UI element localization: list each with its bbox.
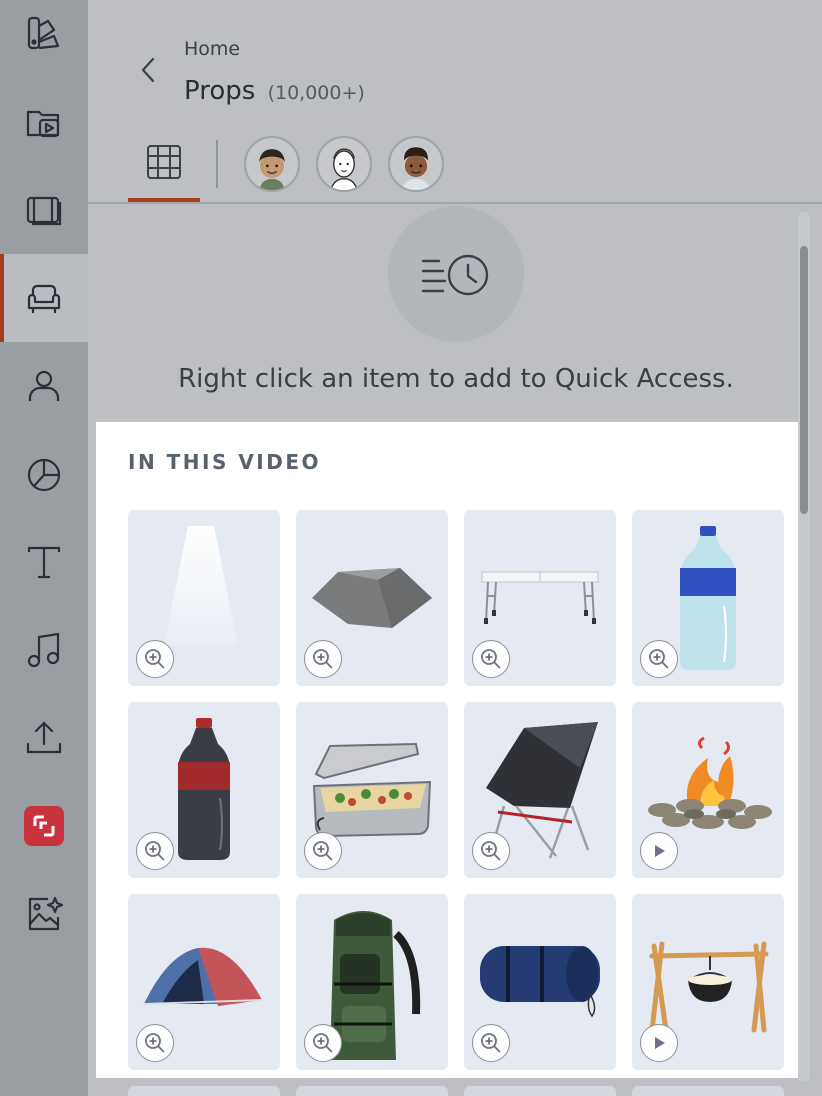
text-icon <box>27 546 61 579</box>
chevron-left-icon <box>141 57 155 83</box>
tab-avatar-style-2[interactable] <box>316 136 372 192</box>
play-button[interactable] <box>640 832 678 870</box>
prop-tile-water-bottle[interactable] <box>632 510 784 686</box>
avatar-style-1 <box>259 149 285 190</box>
pie-chart-icon <box>27 458 61 492</box>
recent-clock-icon <box>421 254 489 296</box>
zoom-button[interactable] <box>640 640 678 678</box>
tool-sidebar <box>0 0 88 1096</box>
prop-tile-cooking-pot[interactable] <box>632 894 784 1070</box>
person-icon <box>28 370 60 401</box>
header-divider <box>88 202 822 204</box>
breadcrumb[interactable]: Home <box>184 38 240 60</box>
zoom-button[interactable] <box>304 640 342 678</box>
prop-tile-folding-table[interactable] <box>464 510 616 686</box>
avatar-style-2 <box>330 148 358 190</box>
prop-tile-partial[interactable] <box>632 1086 784 1096</box>
zoom-button[interactable] <box>304 1024 342 1062</box>
sidebar-item-ai-images[interactable] <box>0 870 88 958</box>
zoom-icon <box>481 841 501 861</box>
zoom-button[interactable] <box>136 640 174 678</box>
prop-tile-sleeping-bag[interactable] <box>464 894 616 1070</box>
prop-tile-partial[interactable] <box>296 1086 448 1096</box>
zoom-button[interactable] <box>136 832 174 870</box>
zoom-icon <box>481 649 501 669</box>
zoom-icon <box>313 649 333 669</box>
zoom-icon <box>481 1033 501 1053</box>
back-button[interactable] <box>136 52 160 88</box>
film-strip-icon <box>26 196 62 226</box>
zoom-icon <box>145 1033 165 1053</box>
palette-icon <box>27 16 60 50</box>
video-folder-icon <box>26 110 60 138</box>
zoom-button[interactable] <box>304 832 342 870</box>
prop-tile-tent[interactable] <box>128 894 280 1070</box>
sidebar-item-media[interactable] <box>0 78 88 166</box>
sidebar-item-characters[interactable] <box>0 342 88 430</box>
zoom-icon <box>313 841 333 861</box>
play-button[interactable] <box>640 1024 678 1062</box>
tab-all-props[interactable] <box>128 136 200 202</box>
scrollbar-thumb[interactable] <box>800 246 808 514</box>
sidebar-item-audio[interactable] <box>0 606 88 694</box>
section-title: IN THIS VIDEO <box>128 450 322 474</box>
zoom-button[interactable] <box>472 640 510 678</box>
zoom-icon <box>313 1033 333 1053</box>
grid-icon <box>147 145 181 179</box>
upload-icon <box>26 721 62 754</box>
brand-app-icon <box>24 806 64 846</box>
tab-avatar-style-3[interactable] <box>388 136 444 192</box>
prop-tile-rock[interactable] <box>296 510 448 686</box>
sidebar-item-props[interactable] <box>0 254 88 342</box>
prop-tile-hiking-backpack[interactable] <box>296 894 448 1070</box>
play-icon <box>655 1037 665 1049</box>
quick-access-badge <box>388 206 524 342</box>
play-icon <box>655 845 665 857</box>
zoom-icon <box>145 649 165 669</box>
tab-avatar-style-1[interactable] <box>244 136 300 192</box>
music-note-icon <box>27 632 60 668</box>
sidebar-item-charts[interactable] <box>0 430 88 518</box>
prop-tile-partial[interactable] <box>464 1086 616 1096</box>
zoom-button[interactable] <box>472 832 510 870</box>
zoom-button[interactable] <box>472 1024 510 1062</box>
prop-tile-camping-chair[interactable] <box>464 702 616 878</box>
prop-tile-soda-bottle[interactable] <box>128 702 280 878</box>
tab-divider <box>216 140 218 188</box>
zoom-button[interactable] <box>136 1024 174 1062</box>
prop-tile-food-container[interactable] <box>296 702 448 878</box>
sidebar-item-upload[interactable] <box>0 694 88 782</box>
sidebar-item-text[interactable] <box>0 518 88 606</box>
prop-tile-spotlight-beam[interactable] <box>128 510 280 686</box>
zoom-icon <box>145 841 165 861</box>
sidebar-item-scenes[interactable] <box>0 0 88 78</box>
result-count: (10,000+) <box>267 82 365 104</box>
prop-tile-partial[interactable] <box>128 1086 280 1096</box>
prop-tile-campfire[interactable] <box>632 702 784 878</box>
page-title-text: Props <box>184 76 256 106</box>
avatar-style-3 <box>402 147 430 190</box>
page-title: Props (10,000+) <box>184 76 365 106</box>
zoom-icon <box>649 649 669 669</box>
quick-access-hint: Right click an item to add to Quick Acce… <box>178 364 734 394</box>
sidebar-item-brand-app[interactable] <box>0 782 88 870</box>
ai-image-icon <box>28 896 64 931</box>
sidebar-item-video[interactable] <box>0 166 88 254</box>
armchair-icon <box>27 284 61 313</box>
